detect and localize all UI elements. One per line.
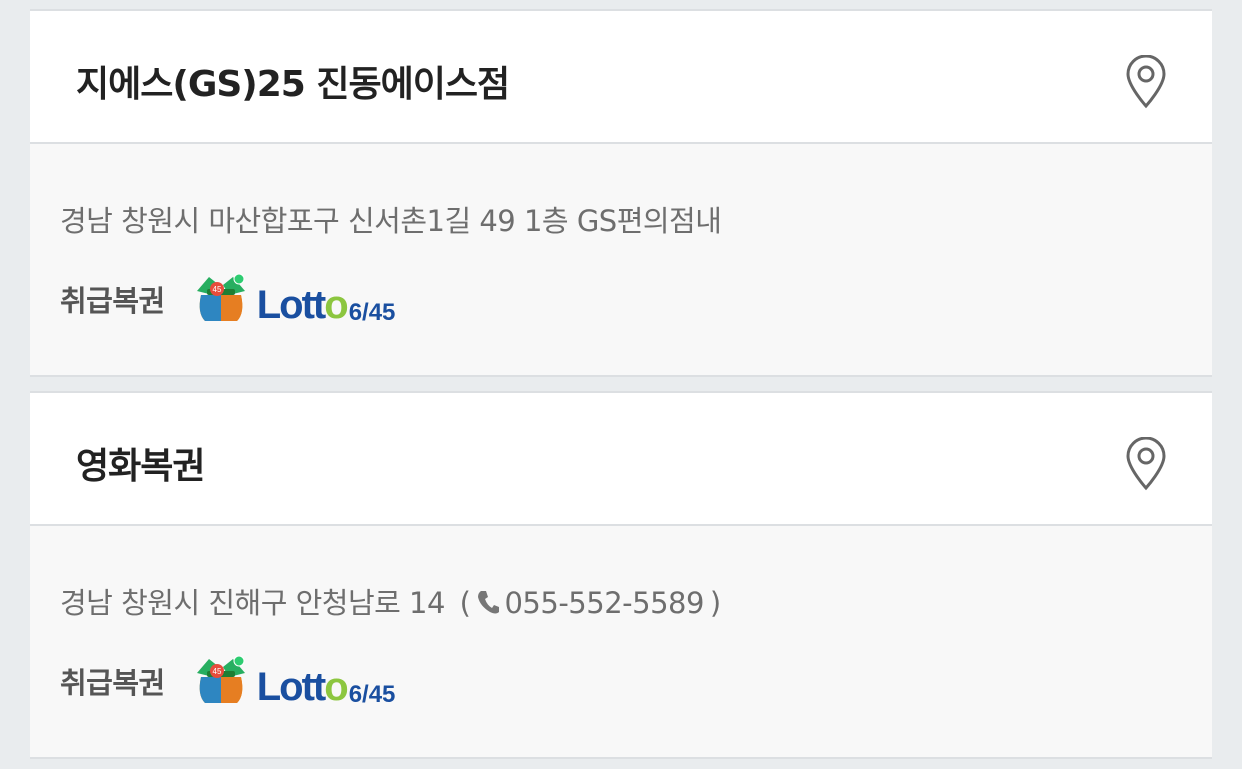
- lotto-number: 6/45: [348, 681, 396, 708]
- lotto-wordmark: Lotto: [256, 665, 349, 709]
- lottery-types-label: 취급복권: [60, 284, 165, 318]
- store-card-header: 영화복권: [30, 393, 1212, 526]
- phone-close-paren: ): [709, 586, 721, 620]
- lottery-types: 취급복권 45 Lotto 6/45: [60, 654, 395, 708]
- map-pin-icon[interactable]: [1124, 55, 1168, 109]
- address-text: 경남 창원시 진해구 안청남로 14: [60, 586, 445, 620]
- lotto-number: 6/45: [348, 299, 396, 326]
- lotto645-logo: 45 Lotto 6/45: [193, 655, 396, 709]
- bag-badge-text: 45: [212, 667, 221, 676]
- store-card: 지에스(GS)25 진동에이스점 경남 창원시 마산합포구 신서촌1길 49 1…: [30, 9, 1212, 377]
- store-name: 영화복권: [76, 446, 205, 487]
- phone-icon: [478, 591, 500, 614]
- phone-number[interactable]: 055-552-5589: [504, 586, 704, 620]
- lotto-word-b: o: [324, 665, 348, 709]
- store-card-body: 경남 창원시 진해구 안청남로 14 (055-552-5589) 취급복권 4…: [30, 526, 1212, 757]
- lotto-word-b: o: [324, 283, 348, 327]
- lotto-wordmark: Lotto: [256, 283, 349, 327]
- store-address: 경남 창원시 진해구 안청남로 14 (055-552-5589): [60, 580, 727, 622]
- lotto-bag-icon: 45: [196, 655, 245, 703]
- bag-badge-text: 45: [212, 285, 221, 294]
- lotto-word-a: Lott: [256, 283, 327, 327]
- lottery-types-label: 취급복권: [60, 666, 165, 700]
- phone-open-paren: (: [459, 586, 471, 620]
- address-text: 경남 창원시 마산합포구 신서촌1길 49 1층 GS편의점내: [60, 204, 722, 238]
- store-card-body: 경남 창원시 마산합포구 신서촌1길 49 1층 GS편의점내 취급복권 45 …: [30, 144, 1212, 375]
- lottery-types: 취급복권 45 Lotto 6/45: [60, 272, 395, 326]
- lotto-word-a: Lott: [256, 665, 327, 709]
- lotto645-logo: 45 Lotto 6/45: [193, 273, 396, 327]
- store-name: 지에스(GS)25 진동에이스점: [76, 64, 510, 105]
- store-card-header: 지에스(GS)25 진동에이스점: [30, 11, 1212, 144]
- lotto-bag-icon: 45: [196, 273, 245, 321]
- map-pin-icon[interactable]: [1124, 437, 1168, 491]
- store-address: 경남 창원시 마산합포구 신서촌1길 49 1층 GS편의점내: [60, 198, 722, 240]
- store-card: 영화복권 경남 창원시 진해구 안청남로 14 (055-552-5589) 취…: [30, 391, 1212, 759]
